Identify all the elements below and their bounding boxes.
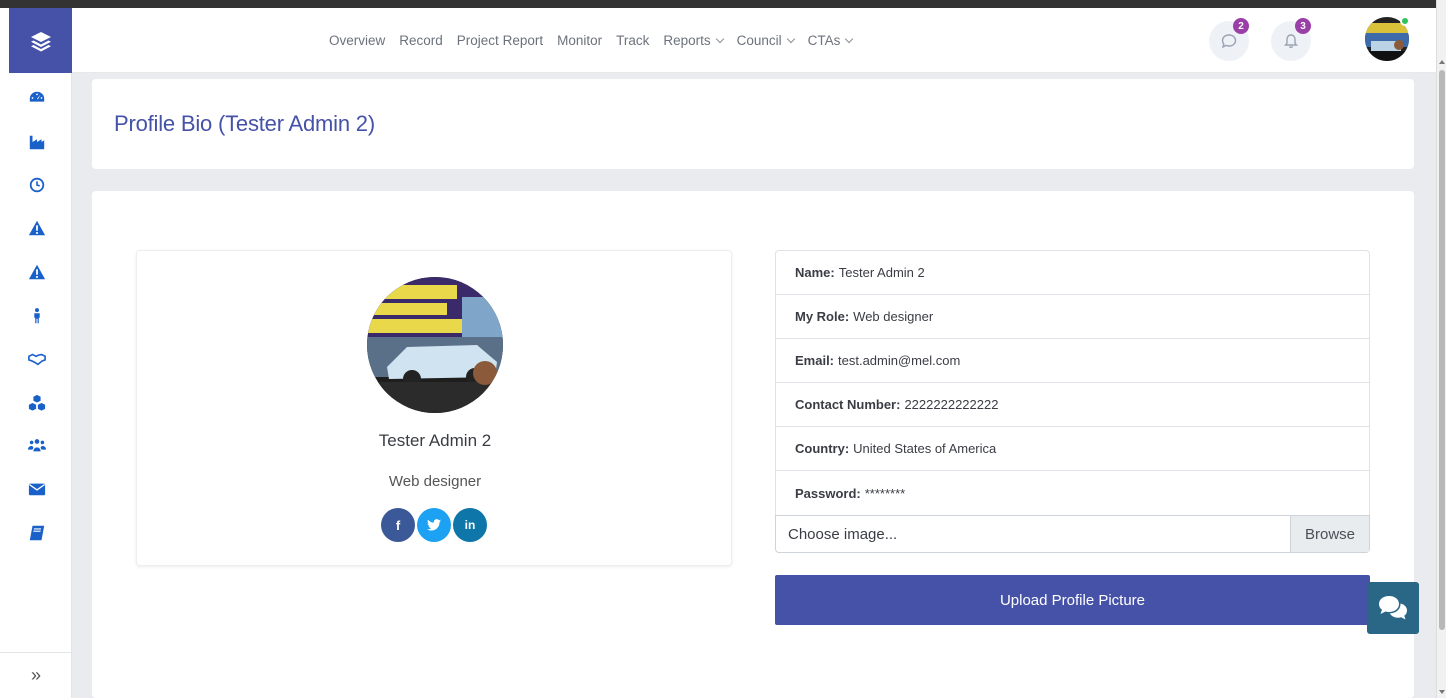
facebook-button[interactable]: f xyxy=(381,508,415,542)
chat-widget-button[interactable] xyxy=(1367,582,1419,634)
online-status-dot xyxy=(1400,16,1410,26)
clock-icon[interactable] xyxy=(27,175,47,195)
bell-icon xyxy=(1284,34,1298,48)
profile-details-list: Name: Tester Admin 2 My Role: Web designer… xyxy=(775,250,1370,516)
top-nav: Overview Record Project Report Monitor T… xyxy=(329,8,854,73)
nav-record[interactable]: Record xyxy=(399,33,443,48)
twitter-icon xyxy=(427,519,441,531)
profile-summary-card: Tester Admin 2 Web designer f in xyxy=(136,250,732,566)
layers-icon xyxy=(30,31,51,51)
comments-icon xyxy=(1379,596,1407,620)
detail-role: My Role: Web designer xyxy=(776,295,1369,339)
person-icon[interactable] xyxy=(27,306,47,326)
choose-image-placeholder: Choose image... xyxy=(788,525,898,543)
facebook-icon: f xyxy=(395,517,401,533)
warning-icon[interactable] xyxy=(27,262,47,282)
users-icon[interactable] xyxy=(27,436,47,456)
social-links: f in xyxy=(381,508,487,542)
profile-name: Tester Admin 2 xyxy=(378,431,492,450)
linkedin-icon: in xyxy=(464,518,476,532)
nav-ctas[interactable]: CTAs xyxy=(808,33,854,48)
messages-badge: 2 xyxy=(1233,18,1249,34)
detail-email: Email: test.admin@mel.com xyxy=(776,339,1369,383)
nav-overview[interactable]: Overview xyxy=(329,33,385,48)
envelope-icon[interactable] xyxy=(27,479,47,499)
page-title: Profile Bio (Tester Admin 2) xyxy=(114,111,375,136)
sidebar: » xyxy=(0,8,72,698)
scroll-down-arrow[interactable] xyxy=(1439,690,1445,694)
detail-contact-number: Contact Number: 2222222222222 xyxy=(776,383,1369,427)
industry-icon[interactable] xyxy=(27,132,47,152)
page-title-card: Profile Bio (Tester Admin 2) xyxy=(92,79,1414,169)
cubes-icon[interactable] xyxy=(27,393,47,413)
handshake-icon[interactable] xyxy=(27,349,47,369)
scroll-up-arrow[interactable] xyxy=(1439,60,1445,64)
book-icon[interactable] xyxy=(27,523,47,543)
linkedin-button[interactable]: in xyxy=(453,508,487,542)
twitter-button[interactable] xyxy=(417,508,451,542)
browse-button[interactable]: Browse xyxy=(1290,516,1369,552)
warning-icon[interactable] xyxy=(27,218,47,238)
detail-password: Password: ******** xyxy=(795,485,906,501)
nav-council[interactable]: Council xyxy=(737,33,795,48)
nav-monitor[interactable]: Monitor xyxy=(557,33,602,48)
sidebar-expand-button[interactable]: » xyxy=(0,652,72,698)
chevron-down-icon xyxy=(786,34,795,44)
messages-button[interactable]: 2 xyxy=(1209,18,1249,61)
dashboard-icon[interactable] xyxy=(27,88,47,108)
choose-image-input[interactable]: Choose image... Browse xyxy=(775,515,1370,553)
page-scrollbar[interactable] xyxy=(1436,0,1446,698)
nav-project-report[interactable]: Project Report xyxy=(457,33,543,48)
chat-bubble-icon xyxy=(1221,34,1237,49)
detail-name: Name: Tester Admin 2 xyxy=(776,251,1369,295)
scrollbar-thumb[interactable] xyxy=(1439,70,1445,630)
profile-role: Web designer xyxy=(388,473,482,490)
nav-track[interactable]: Track xyxy=(616,33,649,48)
brand-logo[interactable] xyxy=(9,8,72,73)
top-header: Overview Record Project Report Monitor T… xyxy=(72,8,1436,73)
notifications-button[interactable]: 3 xyxy=(1271,18,1311,61)
upload-profile-picture-button[interactable]: Upload Profile Picture xyxy=(775,575,1370,625)
detail-country: Country: United States of America xyxy=(776,427,1369,471)
profile-picture xyxy=(367,277,503,413)
window-top-border xyxy=(0,0,1436,8)
notifications-badge: 3 xyxy=(1295,18,1311,34)
double-chevron-right-icon: » xyxy=(30,665,41,685)
chevron-down-icon xyxy=(845,34,854,44)
nav-reports[interactable]: Reports xyxy=(663,33,724,48)
chevron-down-icon xyxy=(715,34,724,44)
